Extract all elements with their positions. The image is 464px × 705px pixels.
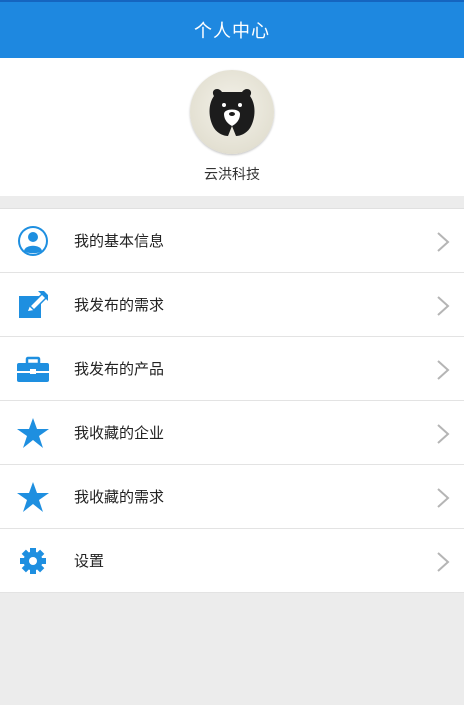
star-icon: [17, 482, 49, 512]
user-icon: [18, 226, 48, 256]
edit-icon: [19, 291, 49, 318]
menu-item-label: 设置: [74, 552, 105, 570]
star-icon: [17, 418, 49, 448]
chevron-right-icon: [437, 232, 450, 252]
chevron-right-icon: [437, 424, 450, 444]
menu-item-label: 我发布的需求: [74, 296, 165, 314]
menu-item-settings[interactable]: 设置: [0, 529, 464, 593]
menu-item-label: 我收藏的需求: [74, 488, 165, 506]
menu-item-label: 我收藏的企业: [74, 424, 165, 442]
app-header: 个人中心: [0, 0, 464, 58]
menu-item-my-products[interactable]: 我发布的产品: [0, 337, 464, 401]
chevron-right-icon: [437, 552, 450, 572]
menu-item-fav-demands[interactable]: 我收藏的需求: [0, 465, 464, 529]
chevron-right-icon: [437, 296, 450, 316]
menu-item-basic-info[interactable]: 我的基本信息: [0, 209, 464, 273]
chevron-right-icon: [437, 360, 450, 380]
page-title: 个人中心: [194, 21, 270, 42]
menu-item-label: 我发布的产品: [74, 360, 165, 378]
menu-item-label: 我的基本信息: [74, 232, 165, 250]
profile-section: 云洪科技: [0, 58, 464, 196]
menu-item-my-demands[interactable]: 我发布的需求: [0, 273, 464, 337]
briefcase-icon: [17, 356, 49, 382]
menu-item-fav-companies[interactable]: 我收藏的企业: [0, 401, 464, 465]
gear-icon: [20, 548, 46, 574]
bear-logo-icon: [209, 89, 255, 136]
menu-list: 我的基本信息 我发布的需求 我发布的产品 我收藏的企业 我收藏的需求 设置: [0, 208, 464, 593]
profile-name: 云洪科技: [204, 167, 260, 183]
avatar[interactable]: [190, 70, 274, 154]
chevron-right-icon: [437, 488, 450, 508]
